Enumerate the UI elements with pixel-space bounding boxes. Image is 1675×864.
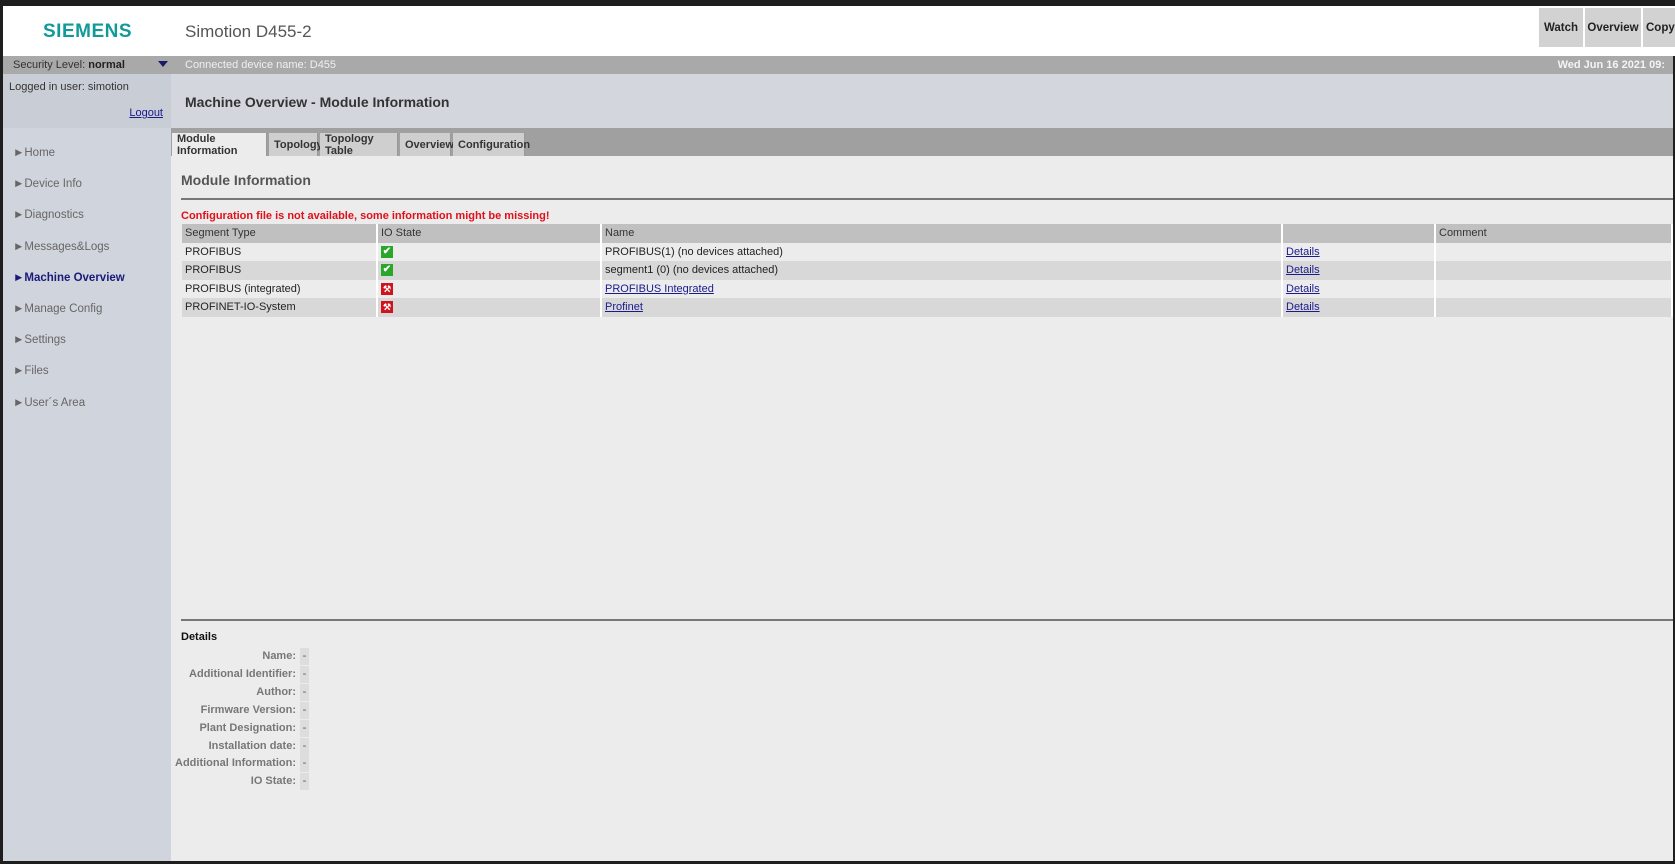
details-cell: Details [1282, 242, 1436, 261]
watch-button[interactable]: Watch [1539, 8, 1583, 47]
page-title: Machine Overview - Module Information [185, 94, 450, 110]
comment [1435, 261, 1673, 280]
name-cell: PROFIBUS(1) (no devices attached) [601, 242, 1283, 261]
overview-button[interactable]: Overview [1585, 8, 1641, 47]
comment [1435, 279, 1673, 298]
detail-label: Additional Information: [175, 757, 296, 770]
copy-button[interactable]: Copy [1643, 8, 1675, 47]
details-cell: Details [1282, 298, 1436, 317]
divider [181, 619, 1673, 621]
col-name: Name [601, 224, 1283, 243]
detail-label: Name: [262, 650, 296, 662]
segment-type: PROFIBUS (integrated) [182, 279, 378, 298]
tab-topology-table[interactable]: Topology Table [320, 133, 398, 157]
comment [1435, 298, 1673, 317]
sidebar-item-machineoverview[interactable]: ►Machine Overview [13, 272, 125, 284]
connected-device-name: Connected device name: D455 [185, 59, 337, 71]
header: SIEMENS Simotion D455-2 [3, 6, 1675, 56]
app-title: Simotion D455-2 [185, 22, 312, 41]
maintenance-wrench-icon: ⚒ [381, 301, 393, 314]
ok-check-icon: ✔ [381, 264, 393, 277]
datetime: Wed Jun 16 2021 09: [1557, 59, 1665, 71]
col-comment: Comment [1435, 224, 1673, 243]
logged-in-user: Logged in user: simotion [9, 81, 129, 93]
detail-label: Installation date: [208, 739, 296, 752]
io-state: ⚒ [377, 279, 602, 298]
name-text: segment1 (0) (no devices attached) [605, 264, 779, 277]
sidebar-item-usersarea[interactable]: ►User´s Area [13, 397, 85, 409]
io-state: ✔ [377, 242, 602, 261]
sidebar-item-diagnostics[interactable]: ►Diagnostics [13, 209, 84, 221]
detail-value: - [300, 719, 309, 737]
details-cell: Details [1282, 261, 1436, 280]
warning-message: Configuration file is not available, som… [181, 210, 550, 222]
siemens-logo: SIEMENS [43, 21, 133, 42]
tab-module-information[interactable]: Module Information [172, 133, 267, 157]
segment-type: PROFIBUS [182, 261, 378, 280]
status-bar: Security Level: normal Connected device … [3, 56, 1673, 74]
maintenance-wrench-icon: ⚒ [381, 282, 393, 295]
security-value: normal [88, 59, 125, 71]
detail-value: - [300, 755, 309, 773]
divider [181, 198, 1673, 200]
details-title: Details [181, 631, 218, 643]
tab-topology[interactable]: Topology [269, 133, 323, 156]
sidebar-item-files[interactable]: ►Files [13, 365, 49, 377]
ok-check-icon: ✔ [381, 245, 393, 258]
name-cell: Profinet [601, 298, 1283, 317]
module-table: Segment Type IO State Name Comment PROFI… [182, 224, 1673, 317]
detail-value: - [300, 701, 309, 719]
login-panel: Logged in user: simotion Logout [3, 74, 171, 128]
logout-link[interactable]: Logout [129, 107, 163, 119]
table-row: PROFIBUS (integrated) ⚒ PROFIBUS Integrate… [182, 279, 1673, 298]
details-link[interactable]: Details [1286, 264, 1320, 276]
detail-label: IO State: [250, 775, 296, 788]
detail-value: - [300, 648, 309, 665]
table-row: PROFINET-IO-System ⚒ Profinet Details [182, 298, 1673, 317]
name-text: PROFIBUS(1) (no devices attached) [605, 245, 783, 258]
detail-label: Plant Designation: [199, 721, 296, 734]
tab-configuration[interactable]: Configuration [453, 133, 530, 156]
table-row: PROFIBUS ✔ PROFIBUS(1) (no devices attache… [182, 242, 1673, 261]
details-link[interactable]: Details [1286, 246, 1320, 258]
chevron-down-icon[interactable] [158, 61, 168, 67]
detail-value: - [300, 737, 309, 755]
title-band: Machine Overview - Module Information [171, 74, 1673, 128]
detail-label: Firmware Version: [200, 703, 296, 716]
segment-type: PROFINET-IO-System [182, 298, 378, 317]
comment [1435, 242, 1673, 261]
segment-type: PROFIBUS [182, 242, 378, 261]
table-row: PROFIBUS ✔ segment1 (0) (no devices attach… [182, 261, 1673, 280]
details-cell: Details [1282, 279, 1436, 298]
sidebar: Logged in user: simotion Logout ►Home ►De… [3, 74, 171, 861]
sidebar-item-messageslogs[interactable]: ►Messages&Logs [13, 241, 109, 253]
sidebar-item-home[interactable]: ►Home [13, 147, 55, 159]
detail-value: - [300, 665, 309, 683]
name-cell: PROFIBUS Integrated [601, 279, 1283, 298]
name-link[interactable]: Profinet [605, 301, 643, 313]
name-link[interactable]: PROFIBUS Integrated [605, 283, 714, 295]
col-segment-type: Segment Type [182, 224, 378, 243]
section-title: Module Information [181, 172, 311, 188]
io-state: ⚒ [377, 298, 602, 317]
security-label: Security Level: [13, 59, 86, 71]
detail-value: - [300, 683, 309, 701]
tab-bar: Module Information Topology Topology Table… [171, 128, 1673, 157]
main-content: Module Information Configuration file is… [171, 156, 1673, 861]
sidebar-item-settings[interactable]: ►Settings [13, 334, 66, 346]
details-link[interactable]: Details [1286, 301, 1320, 313]
detail-label: Additional Identifier: [189, 667, 296, 680]
io-state: ✔ [377, 261, 602, 280]
detail-label: Author: [256, 685, 296, 698]
col-details [1282, 224, 1436, 243]
name-cell: segment1 (0) (no devices attached) [601, 261, 1283, 280]
details-link[interactable]: Details [1286, 283, 1320, 295]
col-io-state: IO State [377, 224, 602, 243]
security-level-select[interactable]: Security Level: normal [13, 59, 125, 71]
tab-overview[interactable]: Overview [400, 133, 454, 156]
sidebar-item-manageconfig[interactable]: ►Manage Config [13, 303, 102, 315]
sidebar-item-deviceinfo[interactable]: ►Device Info [13, 178, 82, 190]
detail-value: - [300, 773, 309, 791]
